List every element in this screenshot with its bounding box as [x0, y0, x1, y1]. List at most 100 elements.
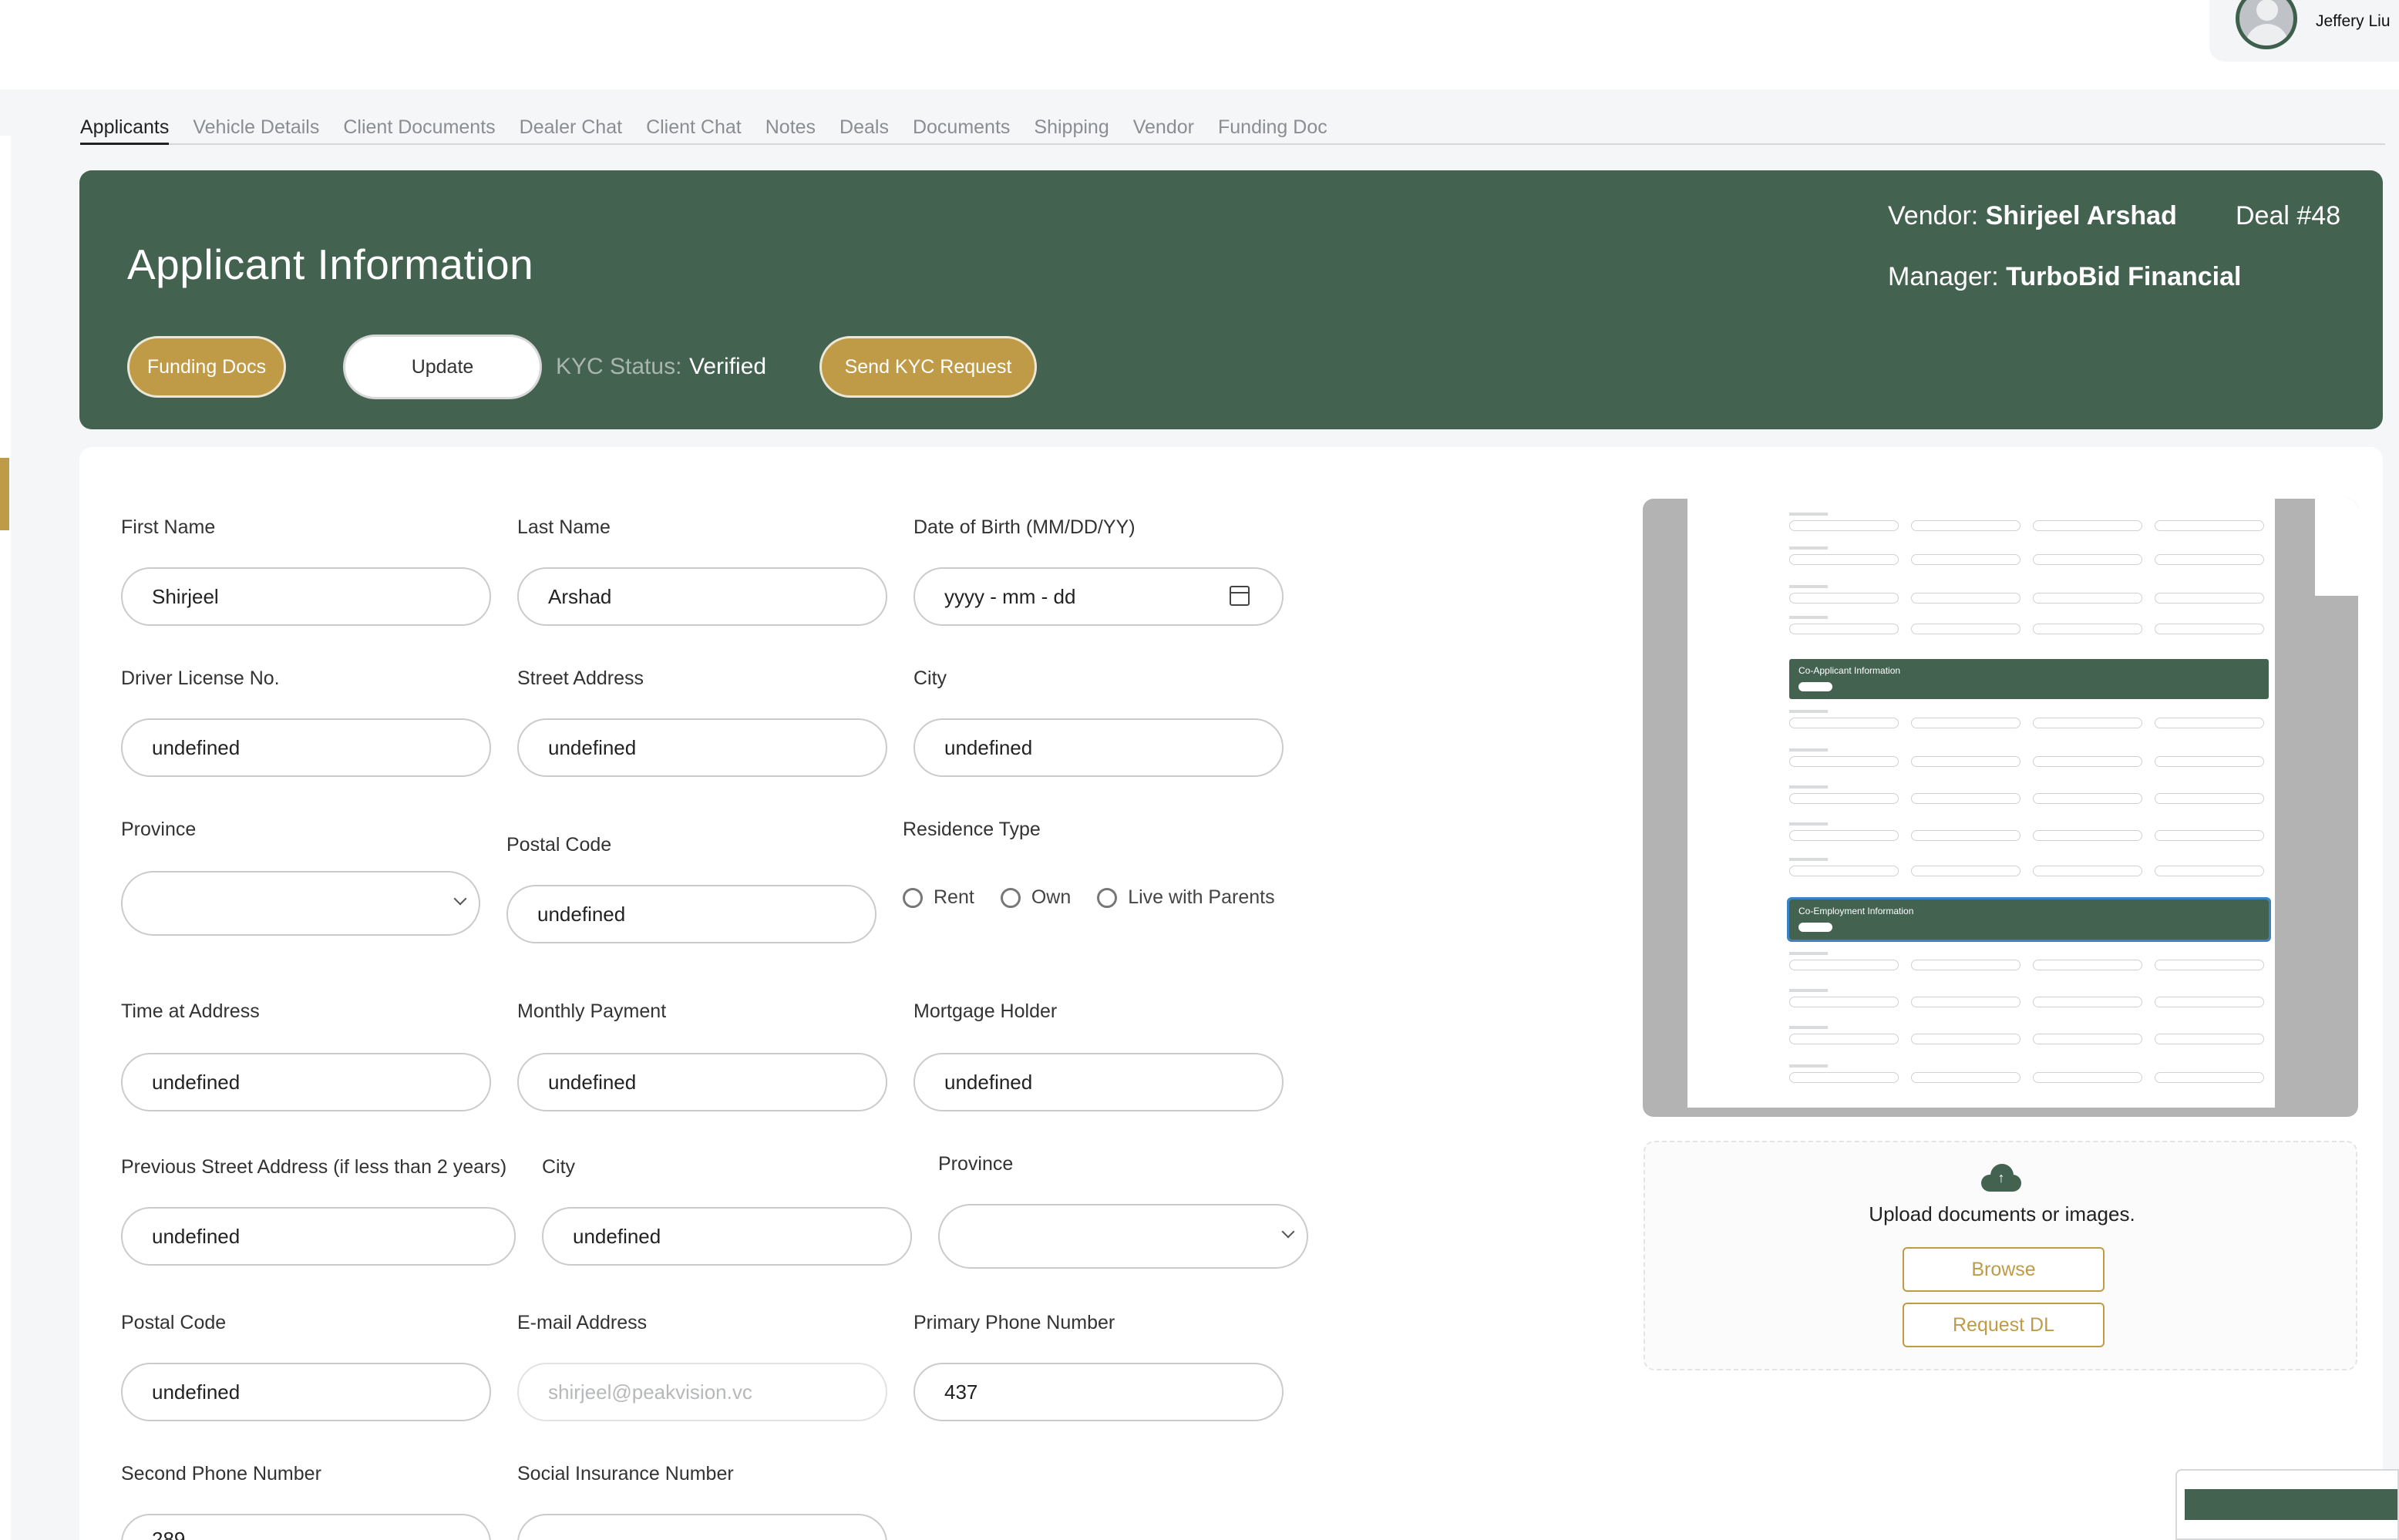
- tab-dealer-chat[interactable]: Dealer Chat: [520, 116, 622, 145]
- residence-own-option[interactable]: Own: [1000, 886, 1072, 909]
- avatar[interactable]: [2236, 0, 2297, 49]
- tab-vehicle-details[interactable]: Vehicle Details: [193, 116, 319, 145]
- tab-deals[interactable]: Deals: [839, 116, 889, 145]
- time-at-address-label: Time at Address: [121, 1000, 260, 1022]
- postal-code-2-input[interactable]: undefined: [121, 1363, 491, 1421]
- page-title: Applicant Information: [127, 240, 534, 288]
- upload-dropzone[interactable]: ↑ Upload documents or images. Browse Req…: [1644, 1141, 2357, 1370]
- applicant-header: Applicant Information Funding Docs Updat…: [79, 170, 2383, 429]
- province-label: Province: [121, 819, 197, 840]
- preview-corner: [2315, 499, 2358, 596]
- sidebar-edge: [0, 136, 11, 1540]
- update-button[interactable]: Update: [343, 335, 542, 399]
- preview-row: [1789, 785, 2269, 805]
- radio-circle[interactable]: [1000, 887, 1021, 908]
- chevron-down-icon: [1281, 1225, 1295, 1239]
- prev-street-label: Previous Street Address (if less than 2 …: [121, 1156, 507, 1178]
- user-name: Jeffery Liu: [2316, 12, 2391, 30]
- preview-row: [1789, 513, 2269, 533]
- street-address-label: Street Address: [517, 667, 644, 689]
- street-address-input[interactable]: undefined: [517, 718, 887, 777]
- province-select[interactable]: [121, 871, 480, 936]
- tab-client-documents[interactable]: Client Documents: [343, 116, 495, 145]
- residence-type-label: Residence Type: [903, 819, 1041, 840]
- tab-client-chat[interactable]: Client Chat: [646, 116, 742, 145]
- dob-label: Date of Birth (MM/DD/YY): [914, 516, 1136, 538]
- screenshot-thumbnail[interactable]: [2175, 1469, 2399, 1540]
- tab-documents[interactable]: Documents: [913, 116, 1010, 145]
- tab-bar: Applicants Vehicle Details Client Docume…: [80, 116, 2385, 145]
- radio-circle[interactable]: [903, 887, 923, 908]
- time-at-address-input[interactable]: undefined: [121, 1053, 491, 1111]
- residence-rent-option[interactable]: Rent: [903, 886, 974, 909]
- driver-license-input[interactable]: undefined: [121, 718, 491, 777]
- tab-shipping[interactable]: Shipping: [1034, 116, 1109, 145]
- request-dl-button[interactable]: Request DL: [1903, 1303, 2105, 1347]
- prev-street-input[interactable]: undefined: [121, 1207, 516, 1266]
- tab-funding-doc[interactable]: Funding Doc: [1218, 116, 1327, 145]
- monthly-payment-input[interactable]: undefined: [517, 1053, 887, 1111]
- preview-row: [1789, 858, 2269, 878]
- second-phone-label: Second Phone Number: [121, 1463, 321, 1485]
- manager-name: TurboBid Financial: [2006, 262, 2242, 291]
- preview-section-band: Co-Applicant Information: [1789, 659, 2269, 699]
- tab-notes[interactable]: Notes: [765, 116, 816, 145]
- prev-city-label: City: [542, 1156, 576, 1178]
- cloud-upload-icon: ↑: [1981, 1164, 2021, 1192]
- vendor-info: Vendor: Shirjeel Arshad: [1888, 201, 2177, 231]
- postal-code-input[interactable]: undefined: [506, 885, 876, 943]
- preview-row: [1789, 710, 2269, 730]
- radio-label: Live with Parents: [1128, 886, 1275, 908]
- radio-label: Own: [1031, 886, 1072, 908]
- second-phone-input[interactable]: 289: [121, 1514, 491, 1540]
- kyc-status-label: KYC Status:: [556, 354, 682, 379]
- first-name-input[interactable]: Shirjeel: [121, 567, 491, 626]
- driver-license-label: Driver License No.: [121, 667, 280, 689]
- document-preview[interactable]: Co-Applicant Information Co-Employment I…: [1643, 499, 2358, 1117]
- preview-section-title: Co-Employment Information: [1798, 906, 1914, 916]
- manager-label: Manager:: [1888, 262, 1999, 291]
- mortgage-holder-input[interactable]: undefined: [914, 1053, 1284, 1111]
- preview-row: [1789, 952, 2269, 972]
- mortgage-holder-label: Mortgage Holder: [914, 1000, 1058, 1022]
- preview-row: [1789, 822, 2269, 842]
- preview-row: [1789, 546, 2269, 567]
- email-input[interactable]: shirjeel@peakvision.vc: [517, 1363, 887, 1421]
- prev-city-input[interactable]: undefined: [542, 1207, 912, 1266]
- top-bar: Jeffery Liu: [0, 0, 2399, 89]
- kyc-status-value: Verified: [689, 354, 767, 379]
- funding-docs-button[interactable]: Funding Docs: [127, 336, 286, 398]
- preview-row: [1789, 585, 2269, 605]
- preview-row: [1789, 616, 2269, 636]
- primary-phone-input[interactable]: 437: [914, 1363, 1284, 1421]
- tab-applicants[interactable]: Applicants: [80, 116, 170, 145]
- tab-vendor[interactable]: Vendor: [1133, 116, 1194, 145]
- user-menu[interactable]: Jeffery Liu: [2209, 0, 2399, 62]
- dob-placeholder: yyyy - mm - dd: [944, 584, 1076, 608]
- last-name-label: Last Name: [517, 516, 611, 538]
- dob-input[interactable]: yyyy - mm - dd: [914, 567, 1284, 626]
- radio-circle[interactable]: [1097, 887, 1118, 908]
- preview-row: [1789, 748, 2269, 768]
- city-input[interactable]: undefined: [914, 718, 1284, 777]
- vendor-name: Shirjeel Arshad: [1985, 201, 2177, 230]
- last-name-input[interactable]: Arshad: [517, 567, 887, 626]
- prev-province-select[interactable]: [938, 1204, 1308, 1269]
- sin-input[interactable]: [517, 1514, 887, 1540]
- radio-label: Rent: [934, 886, 974, 908]
- residence-type-radio-group: Rent Own Live with Parents: [903, 886, 1301, 909]
- preview-row: [1789, 1064, 2269, 1084]
- residence-parents-option[interactable]: Live with Parents: [1097, 886, 1275, 909]
- monthly-payment-label: Monthly Payment: [517, 1000, 667, 1022]
- postal-code-label: Postal Code: [506, 834, 612, 856]
- send-kyc-request-button[interactable]: Send KYC Request: [819, 336, 1037, 398]
- preview-section-title: Co-Applicant Information: [1798, 665, 1901, 676]
- city-label: City: [914, 667, 947, 689]
- browse-button[interactable]: Browse: [1903, 1247, 2105, 1292]
- calendar-icon[interactable]: [1230, 586, 1250, 606]
- preview-page: Co-Applicant Information Co-Employment I…: [1687, 499, 2275, 1108]
- postal-code-2-label: Postal Code: [121, 1312, 227, 1333]
- chevron-down-icon: [453, 892, 467, 906]
- preview-row: [1789, 989, 2269, 1009]
- manager-info: Manager: TurboBid Financial: [1888, 262, 2241, 292]
